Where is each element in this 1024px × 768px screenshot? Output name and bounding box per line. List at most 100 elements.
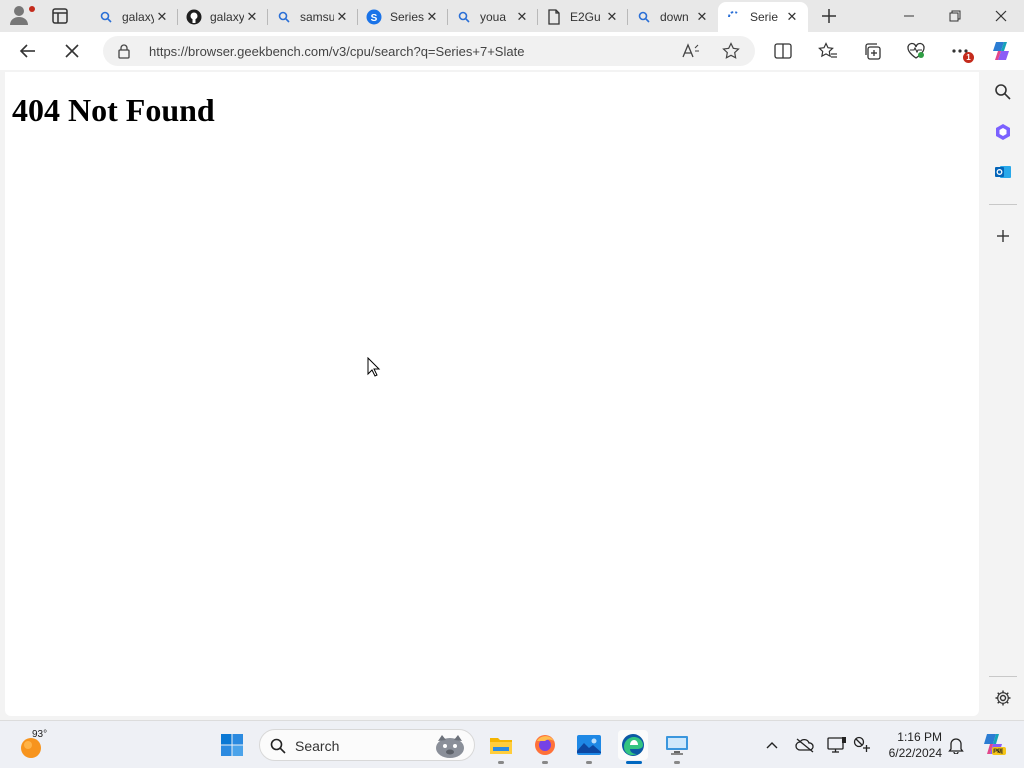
taskbar-firefox[interactable]: [530, 730, 560, 764]
monitor-icon: [827, 737, 846, 753]
tab-label: Series: [390, 10, 424, 24]
copilot-icon: [993, 42, 1009, 60]
taskbar-remote-desktop[interactable]: [662, 730, 692, 764]
tab-4[interactable]: S Series ✕: [358, 4, 448, 30]
sidebar-m365-button[interactable]: [991, 120, 1015, 144]
search-icon: [995, 84, 1011, 100]
stop-loading-button[interactable]: [58, 37, 86, 65]
back-arrow-icon: [19, 44, 35, 58]
taskbar-search[interactable]: Search: [259, 729, 475, 761]
tab-3[interactable]: samsung ✕: [268, 4, 358, 30]
sidebar-divider: [989, 204, 1017, 205]
profile-avatar-icon: [10, 6, 28, 25]
github-icon: [186, 9, 202, 25]
close-tab-icon[interactable]: ✕: [784, 9, 800, 25]
close-tab-icon[interactable]: ✕: [514, 9, 530, 25]
remote-desktop-icon: [666, 736, 688, 755]
read-aloud-icon[interactable]: [681, 41, 701, 61]
back-button[interactable]: [14, 37, 42, 65]
profile-notification-dot: [29, 6, 35, 12]
browser-essentials-button[interactable]: [904, 39, 928, 63]
svg-text:S: S: [371, 13, 378, 24]
photos-icon: [577, 735, 601, 755]
onedrive-status[interactable]: [794, 734, 816, 756]
close-tab-icon[interactable]: ✕: [154, 9, 170, 25]
tab-label: down: [660, 10, 689, 24]
search-highlight-art-icon: [436, 735, 464, 758]
taskbar-clock[interactable]: 1:16 PM 6/22/2024: [880, 729, 942, 761]
outlook-icon: [995, 166, 1011, 178]
tab-7[interactable]: down ✕: [628, 4, 718, 30]
tab-6[interactable]: E2Gu ✕: [538, 4, 628, 30]
show-hidden-icons-button[interactable]: [761, 734, 783, 756]
close-tab-icon[interactable]: ✕: [694, 9, 710, 25]
browser-toolbar: https://browser.geekbench.com/v3/cpu/sea…: [0, 32, 1024, 70]
sidebar-search-button[interactable]: [991, 80, 1015, 104]
tab-label: youa: [480, 10, 507, 24]
heart-pulse-icon: [907, 42, 925, 59]
tab-1[interactable]: galaxy ✕: [90, 4, 178, 30]
close-tab-icon[interactable]: ✕: [604, 9, 620, 25]
lock-icon[interactable]: [117, 43, 131, 59]
split-screen-button[interactable]: [771, 39, 795, 63]
taskbar-edge[interactable]: [618, 730, 648, 764]
gear-icon: [995, 690, 1011, 706]
collections-button[interactable]: [860, 39, 884, 63]
minimize-button[interactable]: [886, 0, 932, 32]
favorites-icon: [818, 42, 837, 58]
close-tab-icon[interactable]: ✕: [244, 9, 260, 25]
clock-time: 1:16 PM: [897, 730, 942, 744]
search-icon: [98, 9, 114, 25]
tab-2[interactable]: galaxy ✕: [178, 4, 268, 30]
microsoft-365-icon: [996, 124, 1010, 140]
close-icon: [995, 10, 1007, 22]
tab-actions-button[interactable]: [48, 4, 72, 28]
restore-button[interactable]: [932, 0, 978, 32]
sidebar-outlook-button[interactable]: [991, 160, 1015, 184]
search-icon: [276, 9, 292, 25]
new-tab-button[interactable]: [818, 5, 840, 27]
settings-more-button[interactable]: 1: [948, 39, 974, 63]
search-icon: [270, 738, 286, 754]
display-status[interactable]: [826, 734, 848, 756]
tab-label: E2Gu: [570, 10, 601, 24]
close-tab-icon[interactable]: ✕: [424, 9, 440, 25]
favorite-star-icon[interactable]: [721, 41, 741, 61]
sidebar-settings-button[interactable]: [991, 686, 1015, 710]
mouse-cursor-icon: [367, 357, 381, 377]
chevron-up-icon: [766, 742, 778, 749]
sidebar-add-button[interactable]: [991, 224, 1015, 248]
taskbar: 93° Search 1:16 PM 6/22/2024: [0, 720, 1024, 768]
page-heading: 404 Not Found: [12, 92, 215, 128]
windows-logo-icon: [221, 734, 243, 756]
minimize-icon: [904, 15, 914, 17]
plus-icon: [997, 230, 1009, 242]
close-tab-icon[interactable]: ✕: [334, 9, 350, 25]
tab-label: galaxy: [122, 10, 154, 24]
taskbar-photos[interactable]: [574, 730, 604, 764]
close-window-button[interactable]: [978, 0, 1024, 32]
running-indicator: [674, 761, 680, 764]
tab-8-active[interactable]: Serie ✕: [718, 2, 808, 32]
tab-5[interactable]: youa ✕: [448, 4, 538, 30]
copilot-pre-icon: [984, 734, 1006, 755]
network-sound-status[interactable]: [851, 734, 873, 756]
split-screen-icon: [774, 43, 792, 59]
search-icon: [456, 9, 472, 25]
notification-badge: 1: [963, 52, 974, 63]
running-indicator: [586, 761, 592, 764]
url-text[interactable]: https://browser.geekbench.com/v3/cpu/sea…: [149, 44, 524, 59]
address-bar[interactable]: https://browser.geekbench.com/v3/cpu/sea…: [103, 36, 755, 66]
running-indicator: [498, 761, 504, 764]
notifications-button[interactable]: [945, 734, 967, 756]
start-button[interactable]: [220, 733, 244, 757]
taskbar-file-explorer[interactable]: [486, 730, 516, 764]
copilot-button[interactable]: [989, 39, 1013, 63]
weather-temperature: 93°: [32, 729, 48, 740]
search-icon: [636, 9, 652, 25]
favorites-button[interactable]: [816, 39, 840, 63]
copilot-preview-button[interactable]: [980, 731, 1006, 757]
document-icon: [546, 9, 562, 25]
weather-widget[interactable]: 93°: [18, 729, 58, 761]
profile-button[interactable]: [8, 4, 36, 28]
